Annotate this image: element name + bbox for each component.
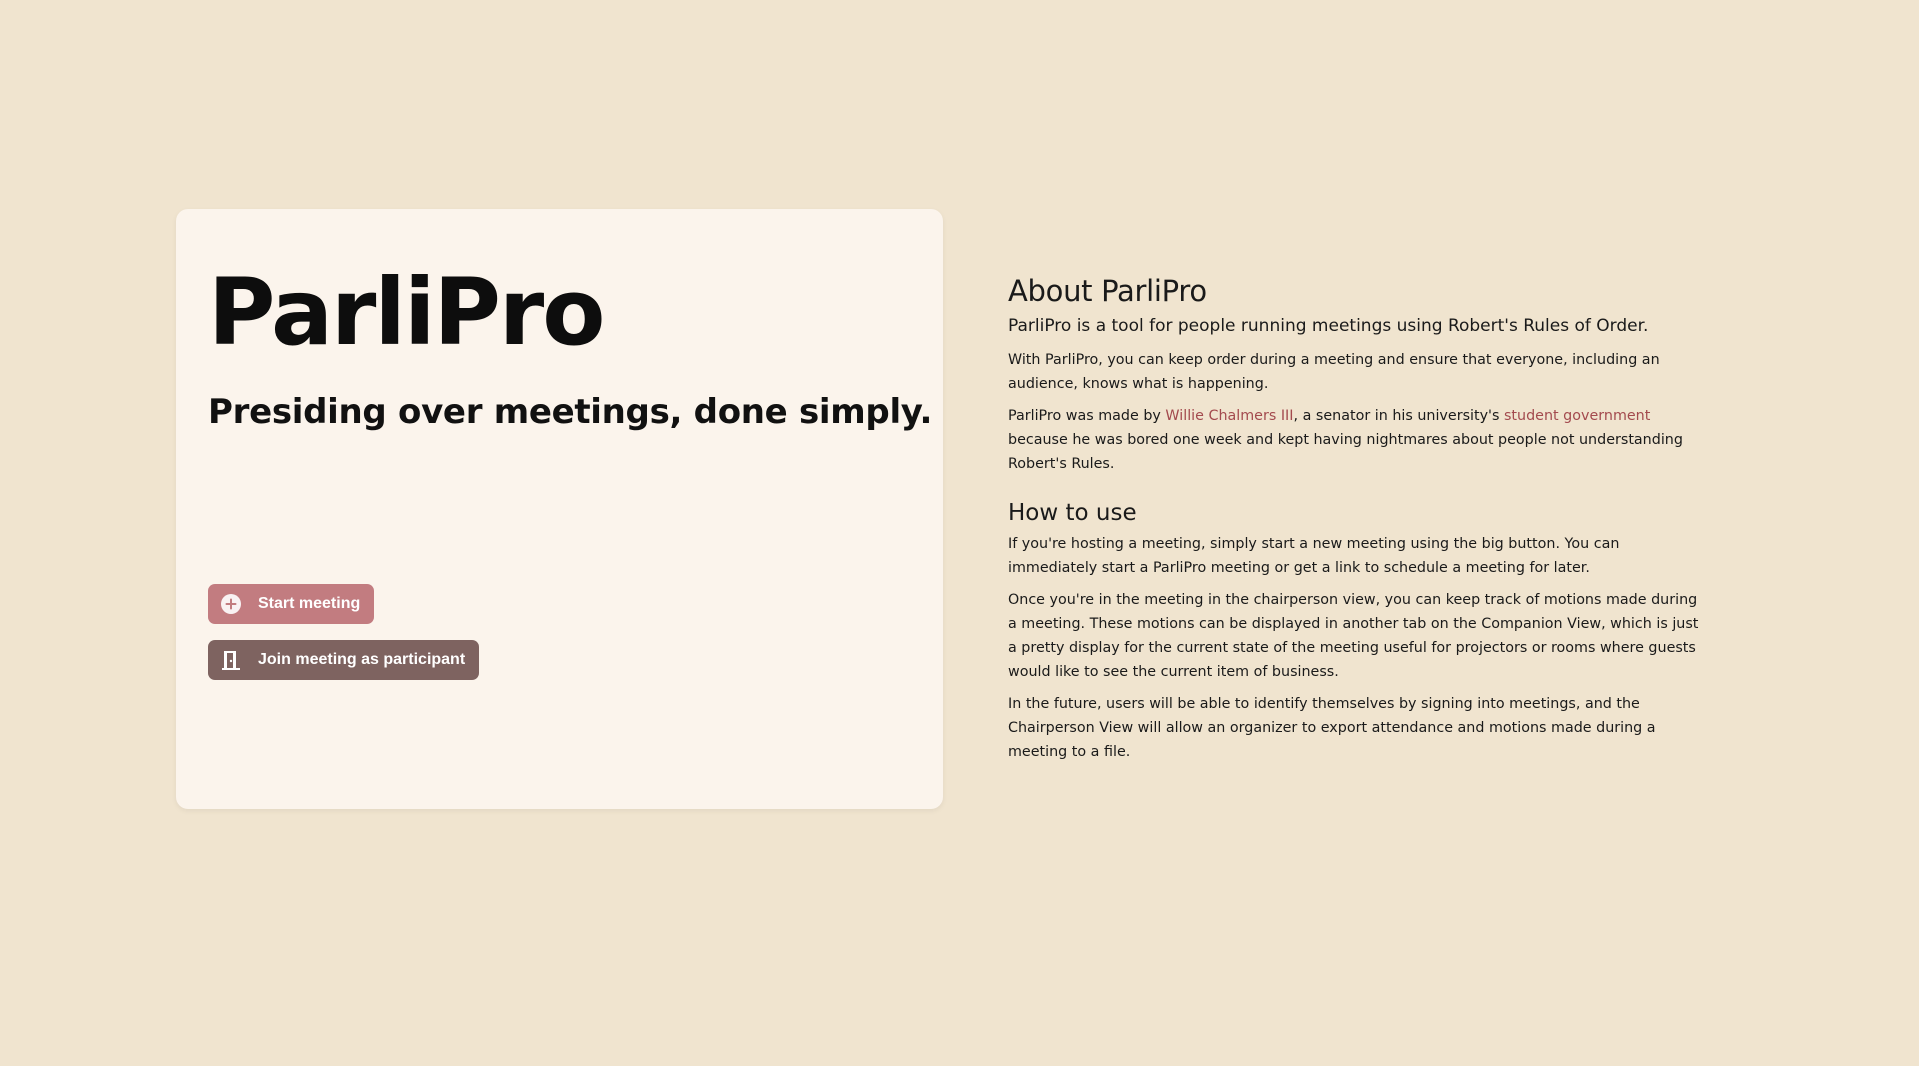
about-heading: About ParliPro bbox=[1008, 274, 1207, 308]
about-lead: ParliPro is a tool for people running me… bbox=[1008, 316, 1649, 336]
hero-card: ParliPro Presiding over meetings, done s… bbox=[176, 209, 943, 809]
student-government-link[interactable]: student government bbox=[1504, 408, 1650, 424]
plus-circle-icon bbox=[220, 593, 242, 615]
join-meeting-label: Join meeting as participant bbox=[258, 651, 466, 668]
landing-page: ParliPro Presiding over meetings, done s… bbox=[0, 0, 1919, 1066]
about-section: About ParliPro ParliPro is a tool for pe… bbox=[1008, 270, 1710, 772]
about-p2-text-middle: , a senator in his university's bbox=[1293, 408, 1504, 424]
door-icon bbox=[220, 649, 242, 671]
how-to-paragraph-1: If you're hosting a meeting, simply star… bbox=[1008, 536, 1620, 576]
app-title: ParliPro bbox=[208, 259, 605, 366]
how-to-paragraph-2: Once you're in the meeting in the chairp… bbox=[1008, 592, 1699, 680]
about-p2-text-end: because he was bored one week and kept h… bbox=[1008, 432, 1683, 472]
start-meeting-label: Start meeting bbox=[258, 595, 361, 612]
how-to-use-heading: How to use bbox=[1008, 500, 1137, 526]
about-paragraph-2: ParliPro was made by Willie Chalmers III… bbox=[1008, 404, 1710, 476]
how-to-paragraph-3: In the future, users will be able to ide… bbox=[1008, 696, 1656, 760]
author-link[interactable]: Willie Chalmers III bbox=[1165, 408, 1293, 424]
tagline: Presiding over meetings, done simply. bbox=[208, 392, 933, 432]
start-meeting-button[interactable]: Start meeting bbox=[208, 584, 375, 624]
about-p2-text-start: ParliPro was made by bbox=[1008, 408, 1166, 424]
about-paragraph-1: With ParliPro, you can keep order during… bbox=[1008, 352, 1660, 392]
join-meeting-button[interactable]: Join meeting as participant bbox=[208, 640, 480, 680]
